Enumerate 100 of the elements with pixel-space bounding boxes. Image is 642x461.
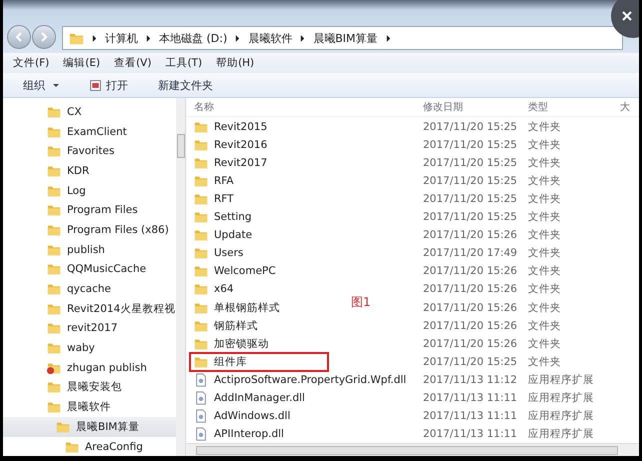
tree-item[interactable]: Favorites [3,141,176,162]
folder-icon [194,318,208,333]
annotation-label: 图1 [351,294,371,311]
chevron-icon [300,34,306,42]
type-cell-text: 文件夹 [527,156,562,170]
breadcrumb[interactable]: 本地磁盘 (D:) [159,30,228,46]
toolbar-button[interactable]: 组织 [21,76,61,94]
toolbar-button[interactable]: 新建文件夹 [156,76,215,94]
tree-item[interactable]: Program Files [3,200,176,220]
file-name[interactable]: AdWindows.dll [194,409,290,424]
tree-item[interactable]: CX [3,102,176,122]
tree-item[interactable]: publish [3,240,176,260]
type-cell-text: 应用程序扩展 [527,391,595,406]
folder-icon [47,222,61,237]
tree-item[interactable]: Program Files (x86) [3,220,176,240]
file-name[interactable]: Revit2016 [194,138,268,152]
date-cell-text: 2017/11/20 15:26 [422,229,518,242]
chevron-icon [146,34,151,42]
type-cell-text: 文件夹 [527,192,562,206]
type-cell-text: 应用程序扩展 [527,409,595,424]
tree-item[interactable]: revit2017 [3,318,176,338]
folder-icon [47,144,61,158]
date-cell-text: 2017/11/13 11:11 [422,410,518,422]
file-name[interactable]: Update [194,228,252,242]
tree-item[interactable]: qycache [3,279,176,299]
tree-item[interactable]: ExamClient [3,122,176,142]
date-cell-text: 2017/11/20 15:25 [422,120,518,133]
column-header[interactable]: 大 [614,100,630,114]
date-cell-text: 2017/11/20 17:49 [422,247,518,260]
scrollbar[interactable] [176,98,185,456]
scrollbar[interactable] [186,443,639,456]
folder-icon [47,124,61,139]
breadcrumb[interactable]: 计算机 [105,30,138,46]
type-cell-text: 应用程序扩展 [527,372,595,387]
menu-item[interactable]: 查看(V) [114,56,152,70]
file-name[interactable]: 加密锁驱动 [194,336,269,351]
column-header[interactable]: 类型 [524,100,614,114]
chevron-icon [92,34,97,42]
highlighted-file-name[interactable]: 组件库 [189,352,329,372]
tree-item[interactable]: 晨曦BIM算量 [3,417,176,437]
chevron-icon [386,34,391,42]
column-header[interactable]: 修改日期 [419,100,524,114]
date-cell-text: 2017/11/20 15:26 [422,283,518,296]
folder-icon [56,420,70,434]
file-icon [194,372,208,387]
type-cell-text: 文件夹 [527,318,562,333]
file-name[interactable]: AddInManager.dll [194,391,305,406]
folder-icon [194,282,208,296]
tree-item[interactable]: QQMusicCache [3,260,176,280]
tree-item[interactable]: 晨曦安装包 [3,378,176,398]
file-name[interactable]: WelcomePC [194,264,276,278]
folder-icon [194,300,208,315]
folder-icon [194,336,208,351]
folder-icon [194,228,208,242]
tree-item[interactable]: Log [3,180,176,200]
menu-item[interactable]: 编辑(E) [63,56,100,70]
tree-item[interactable]: 晨曦软件 [3,397,176,417]
date-cell-text: 2017/11/20 15:25 [422,211,518,224]
type-cell-text: 文件夹 [527,264,562,278]
type-cell-text: 文件夹 [527,300,562,315]
type-cell-text: 文件夹 [527,228,562,242]
file-name[interactable]: x64 [194,282,234,296]
menu-item[interactable]: 工具(T) [165,56,202,70]
file-icon [194,427,208,442]
tree-item[interactable]: Revit2014火星教程视 [3,298,176,319]
type-cell-text: 应用程序扩展 [527,427,595,442]
file-name[interactable]: Revit2015 [194,120,268,134]
tree-item[interactable]: KDR [3,161,176,181]
folder-icon [194,174,208,188]
tree-item[interactable]: AreaConfig [3,436,176,456]
file-name[interactable]: Users [194,246,244,260]
file-name[interactable]: RFT [194,192,234,206]
folder-icon [47,164,61,178]
file-name[interactable]: ActiproSoftware.PropertyGrid.Wpf.dll [194,372,406,387]
menu-item[interactable]: 文件(F) [13,56,50,70]
back-button[interactable] [7,25,31,49]
caret-icon [53,84,59,86]
file-name[interactable]: Revit2017 [194,156,268,170]
type-cell-text: 文件夹 [527,210,562,224]
folder-icon [47,341,61,356]
file-name[interactable]: 单根钢筋样式 [194,300,280,315]
folder-icon [194,264,208,278]
file-name[interactable]: APIInterop.dll [194,427,284,442]
folder-icon [47,104,61,119]
address-bar[interactable]: 计算机 本地磁盘 (D:) 晨曦软件 晨曦BIM算量 [62,26,623,50]
column-header[interactable]: 名称 [186,100,419,114]
tree-item[interactable]: zhugan publish [3,358,176,378]
toolbar-button[interactable]: 打开 [87,76,130,94]
tree-item[interactable]: waby [3,338,176,358]
type-cell-text: 文件夹 [527,120,562,134]
date-cell-text: 2017/11/20 15:25 [422,138,518,151]
file-name[interactable]: RFA [194,174,234,188]
folder-icon [47,282,61,296]
breadcrumb[interactable]: 晨曦软件 [248,30,292,46]
file-name[interactable]: Setting [194,210,252,224]
menu-item[interactable]: 帮助(H) [216,56,254,70]
date-cell-text: 2017/11/20 15:25 [422,156,518,169]
file-name[interactable]: 钢筋样式 [194,318,258,333]
breadcrumb[interactable]: 晨曦BIM算量 [313,30,378,46]
forward-button[interactable] [32,25,56,49]
